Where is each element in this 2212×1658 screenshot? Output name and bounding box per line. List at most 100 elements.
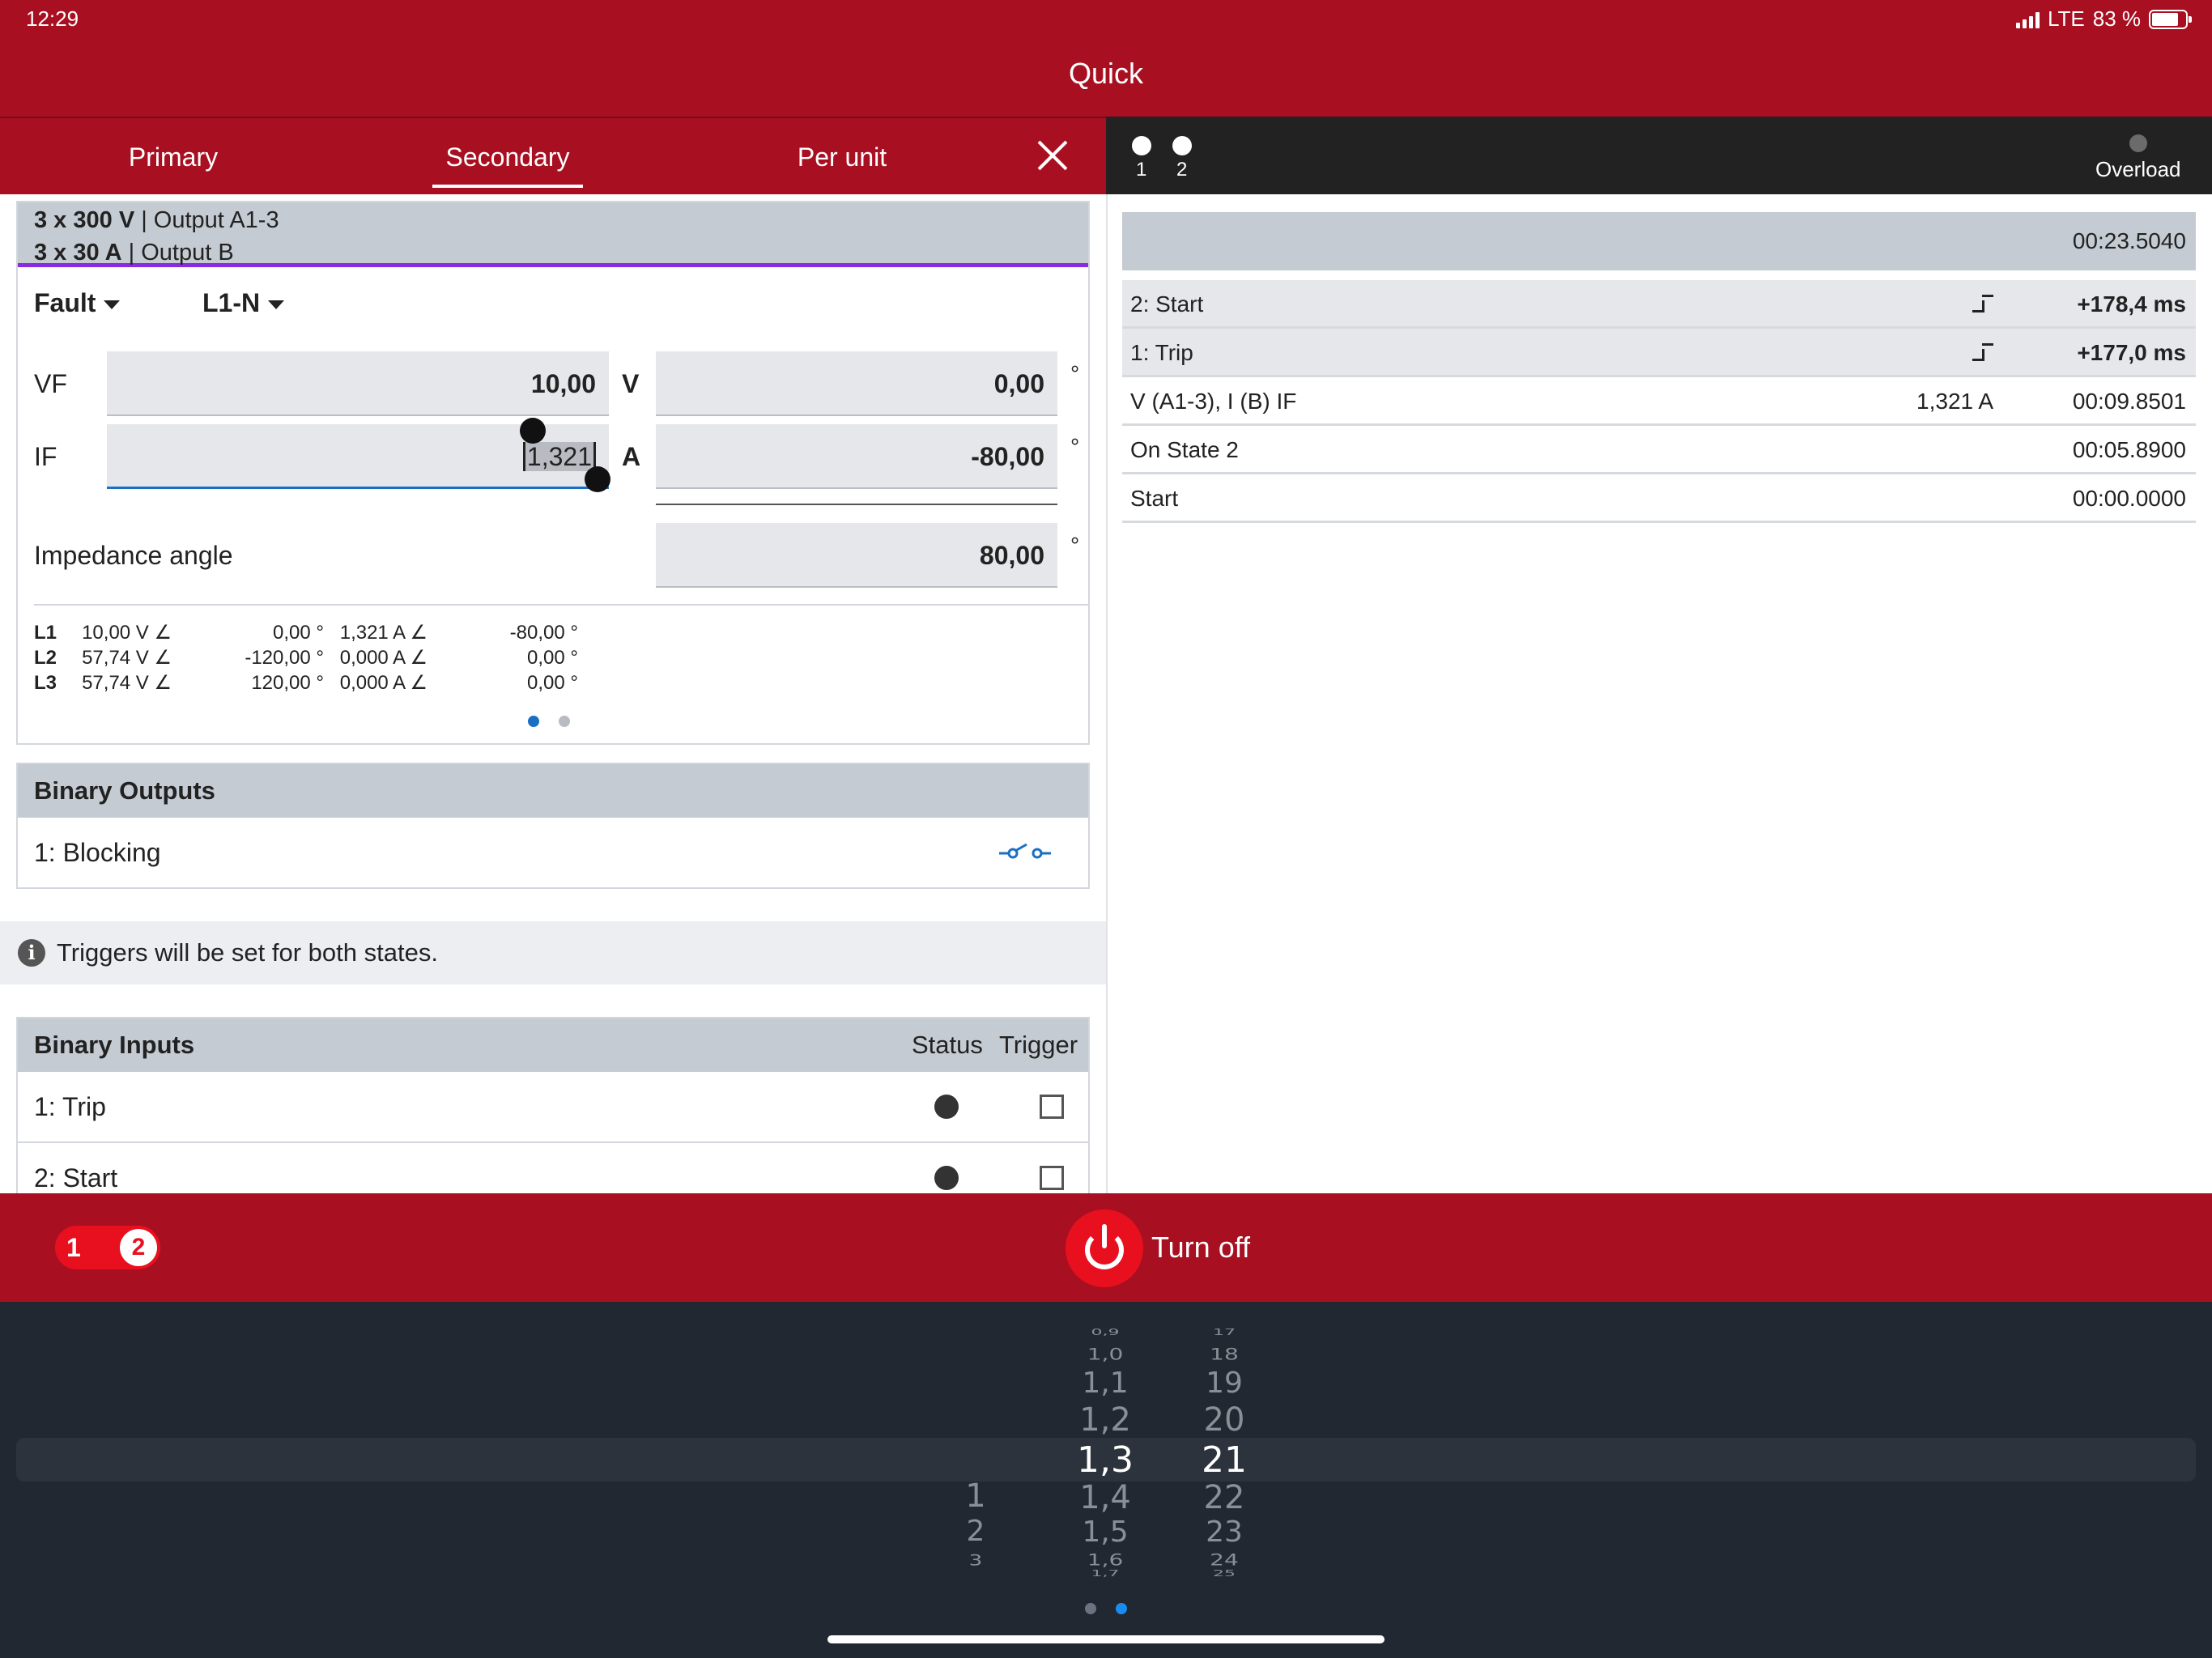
trigger-checkbox[interactable] [1040,1095,1064,1119]
state-2-option: 2 [120,1229,157,1266]
table-row[interactable]: Start 00:00.0000 [1122,474,2196,523]
picker-col3-selected[interactable]: 21 [1184,1441,1265,1480]
picker-col2-item[interactable]: 1,7 [1065,1569,1146,1578]
table-row: L3 57,74 V ∠ 120,00 ° 0,000 A ∠ 0,00 ° [34,672,578,694]
if-label: IF [34,442,57,471]
state-toggle[interactable]: 1 2 [55,1226,160,1269]
status-column-header: Status [912,1031,983,1059]
picker-col1-item[interactable]: 3 [955,1553,996,1569]
tab-primary[interactable]: Primary [76,118,270,196]
current-range: 3 x 30 A [34,240,122,266]
list-item: 1: Trip [18,1072,1088,1141]
picker-col2-item[interactable]: 0,9 [1065,1328,1146,1337]
output-config-header[interactable]: 3 x 300 V | Output A1-3 3 x 30 A | Outpu… [18,202,1088,267]
page-dot-active[interactable] [528,716,539,727]
battery-icon [2149,9,2192,29]
fault-mode-dropdown[interactable]: Fault [34,288,121,318]
current-output: | Output B [128,240,234,266]
picker-col2-item[interactable]: 1,2 [1065,1402,1146,1438]
state-2-indicator[interactable] [1172,136,1192,155]
binary-input-label: 2: Start [34,1163,118,1192]
picker-col2-item[interactable]: 1,5 [1065,1516,1146,1550]
page-dot-active[interactable] [1116,1603,1127,1614]
picker-col3-item[interactable]: 22 [1184,1480,1265,1516]
tab-per-unit[interactable]: Per unit [745,118,939,196]
status-indicators: LTE 83 % [2015,6,2192,32]
picker-col3-item[interactable]: 24 [1184,1551,1265,1569]
power-button[interactable] [1066,1209,1143,1287]
rising-edge-icon [1972,343,1995,361]
vf-angle-field[interactable]: 0,00 [656,351,1057,416]
picker-col3-item[interactable]: 18 [1184,1346,1265,1363]
binary-inputs-header: Binary Inputs Status Trigger [18,1018,1088,1072]
vf-unit: V [622,369,640,398]
selection-end-handle[interactable] [585,466,610,492]
vf-magnitude-field[interactable]: 10,00 [107,351,609,416]
state-indicator-bar: 1 2 Overload [1106,117,2212,194]
impedance-angle-field[interactable]: 80,00 [656,523,1057,588]
impedance-angle-unit: ° [1070,533,1080,558]
voltage-range: 3 x 300 V [34,207,135,233]
selection-start-handle[interactable] [520,418,546,444]
switch-open-icon[interactable] [998,842,1054,863]
if-angle-unit: ° [1070,434,1080,459]
loop-label: L1-N [202,288,261,317]
page-dot[interactable] [1085,1603,1096,1614]
picker-col3-item[interactable]: 19 [1184,1367,1265,1401]
turn-off-label[interactable]: Turn off [1151,1193,1250,1302]
phase-summary-table: L1 10,00 V ∠ 0,00 ° 1,321 A ∠ -80,00 ° L… [34,620,601,695]
state-1-label: 1 [1136,159,1147,181]
picker-col2-item[interactable]: 1,6 [1065,1551,1146,1569]
table-row[interactable]: 1: Trip +177,0 ms [1122,329,2196,377]
value-picker[interactable]: 1 2 3 0,9 1,0 1,1 1,2 1,3 1,4 1,5 1,6 1,… [0,1302,2212,1658]
picker-col1-item[interactable]: 1 [955,1478,996,1514]
picker-col2-item[interactable]: 1,4 [1065,1480,1146,1516]
picker-col1-item[interactable]: 2 [955,1516,996,1548]
picker-col3-item[interactable]: 17 [1184,1328,1265,1337]
state-2-label: 2 [1176,159,1188,181]
binary-inputs-title: Binary Inputs [34,1031,195,1059]
quantities-card: 3 x 300 V | Output A1-3 3 x 30 A | Outpu… [16,201,1090,745]
if-unit: A [622,442,641,471]
state-1-option: 1 [66,1233,81,1262]
page-dot[interactable] [559,716,570,727]
trigger-checkbox[interactable] [1040,1166,1064,1190]
if-angle-field[interactable]: -80,00 [656,424,1057,489]
status-time: 12:29 [26,6,79,31]
app-header: 12:29 LTE 83 % Quick [0,0,2212,117]
state-1-indicator[interactable] [1132,136,1151,155]
picker-col2-item[interactable]: 1,1 [1065,1367,1146,1401]
if-selected-text: 1,321 [522,442,596,471]
table-row: L2 57,74 V ∠ -120,00 ° 0,000 A ∠ 0,00 ° [34,647,578,669]
binary-outputs-title: Binary Outputs [18,764,1088,818]
picker-col3-item[interactable]: 23 [1184,1516,1265,1550]
chevron-down-icon [268,300,285,310]
network-label: LTE [2047,6,2085,31]
view-tabs: Primary Secondary Per unit [0,117,1106,194]
binary-output-label: 1: Blocking [34,838,161,867]
table-row[interactable]: On State 2 00:05.8900 [1122,426,2196,474]
signal-icon [2015,11,2040,28]
impedance-angle-label: Impedance angle [34,541,233,570]
info-message: Triggers will be set for both states. [57,938,438,967]
status-led-icon [934,1095,959,1119]
overload-label: Overload [2095,157,2181,181]
loop-dropdown[interactable]: L1-N [202,288,285,318]
control-bar: 1 2 Turn off [0,1193,2212,1302]
picker-col3-item[interactable]: 25 [1184,1569,1265,1578]
vf-angle-unit: ° [1070,361,1080,386]
table-row[interactable]: V (A1-3), I (B) IF 1,321 A 00:09.8501 [1122,377,2196,426]
info-icon: i [18,939,45,967]
picker-col2-item[interactable]: 1,0 [1065,1346,1146,1363]
trigger-column-header: Trigger [999,1031,1078,1059]
list-item[interactable]: 1: Blocking [18,818,1088,887]
table-row[interactable]: 2: Start +178,4 ms [1122,280,2196,329]
picker-col3-item[interactable]: 20 [1184,1402,1265,1438]
tab-secondary[interactable]: Secondary [432,118,583,196]
home-indicator[interactable] [827,1635,1385,1643]
voltage-output: | Output A1-3 [141,207,279,233]
picker-col2-selected[interactable]: 1,3 [1065,1441,1146,1480]
divider [656,504,1057,505]
close-icon[interactable] [1035,138,1070,173]
page-title: Quick [1068,57,1144,90]
